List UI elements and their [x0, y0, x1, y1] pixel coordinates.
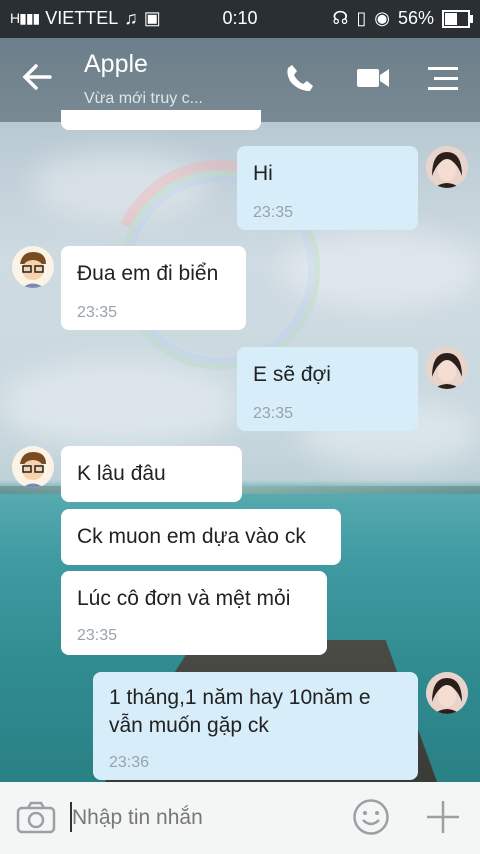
status-bar: H▮▮▮ VIETTEL ♫ ▣ 0:10 ☊ ▯ ◉ 56%: [0, 0, 480, 38]
message-text: Hi: [253, 162, 273, 185]
video-camera-icon: [357, 69, 389, 87]
message-composer: Nhập tin nhắn: [0, 782, 480, 854]
user-avatar-icon: [426, 672, 468, 714]
arrow-left-icon: [22, 64, 52, 90]
previous-message-bubble: [61, 110, 261, 130]
message-time: 23:35: [253, 204, 294, 221]
message-time: 23:35: [77, 304, 118, 321]
headset-icon: ☊: [332, 8, 349, 28]
message-bubble-outgoing[interactable]: 1 tháng,1 năm hay 10năm e vẫn muốn gặp c…: [93, 672, 418, 780]
video-call-button[interactable]: [355, 62, 391, 99]
emoji-button[interactable]: [352, 798, 390, 841]
last-seen-status: Vừa mới truy c...: [84, 90, 203, 107]
menu-icon: [428, 67, 458, 90]
avatar[interactable]: [426, 146, 468, 188]
cartoon-avatar-icon: [12, 246, 54, 288]
contact-name[interactable]: Apple: [84, 50, 148, 79]
message-time: 23:35: [77, 627, 118, 644]
message-text: E sẽ đợi: [253, 363, 331, 386]
message-bubble-incoming[interactable]: Ck muon em dựa vào ck: [61, 509, 341, 565]
phone-icon: [287, 65, 313, 91]
message-text: Lúc cô đơn và mệt mỏi: [77, 587, 291, 610]
camera-icon: [16, 801, 56, 834]
add-button[interactable]: [424, 798, 462, 841]
menu-button[interactable]: [424, 64, 460, 99]
message-time: 23:36: [109, 754, 150, 771]
avatar[interactable]: [426, 672, 468, 714]
message-text: Ck muon em dựa vào ck: [77, 525, 306, 548]
call-button[interactable]: [284, 62, 316, 99]
message-text: K lâu đâu: [77, 462, 166, 485]
message-input[interactable]: Nhập tin nhắn: [72, 806, 203, 830]
avatar[interactable]: [426, 347, 468, 389]
message-text-line: vẫn muốn gặp ck: [109, 714, 269, 737]
message-text: 1 tháng,1 năm hay 10năm e vẫn muốn gặp c…: [109, 684, 371, 740]
phone-signal-icon: ▯: [356, 8, 367, 28]
battery-icon: [442, 9, 473, 28]
plus-icon: [427, 801, 459, 833]
message-time: 23:35: [253, 405, 294, 422]
camera-button[interactable]: [16, 800, 56, 839]
user-avatar-icon: [426, 347, 468, 389]
message-text: Đua em đi biển: [77, 262, 219, 285]
smiley-icon: [353, 799, 389, 835]
eye-icon: ◉: [374, 8, 390, 28]
cartoon-avatar-icon: [12, 446, 54, 488]
message-bubble-outgoing[interactable]: Hi 23:35: [237, 146, 418, 230]
battery-percent: 56%: [397, 8, 434, 28]
avatar[interactable]: [12, 446, 54, 488]
status-right: ☊ ▯ ◉ 56%: [332, 8, 473, 29]
avatar[interactable]: [12, 246, 54, 288]
message-bubble-incoming[interactable]: Lúc cô đơn và mệt mỏi 23:35: [61, 571, 327, 655]
message-text-line: 1 tháng,1 năm hay 10năm e: [109, 686, 371, 709]
message-bubble-incoming[interactable]: Đua em đi biển 23:35: [61, 246, 246, 330]
message-bubble-incoming[interactable]: K lâu đâu: [61, 446, 242, 502]
back-button[interactable]: [20, 60, 54, 102]
user-avatar-icon: [426, 146, 468, 188]
message-bubble-outgoing[interactable]: E sẽ đợi 23:35: [237, 347, 418, 431]
